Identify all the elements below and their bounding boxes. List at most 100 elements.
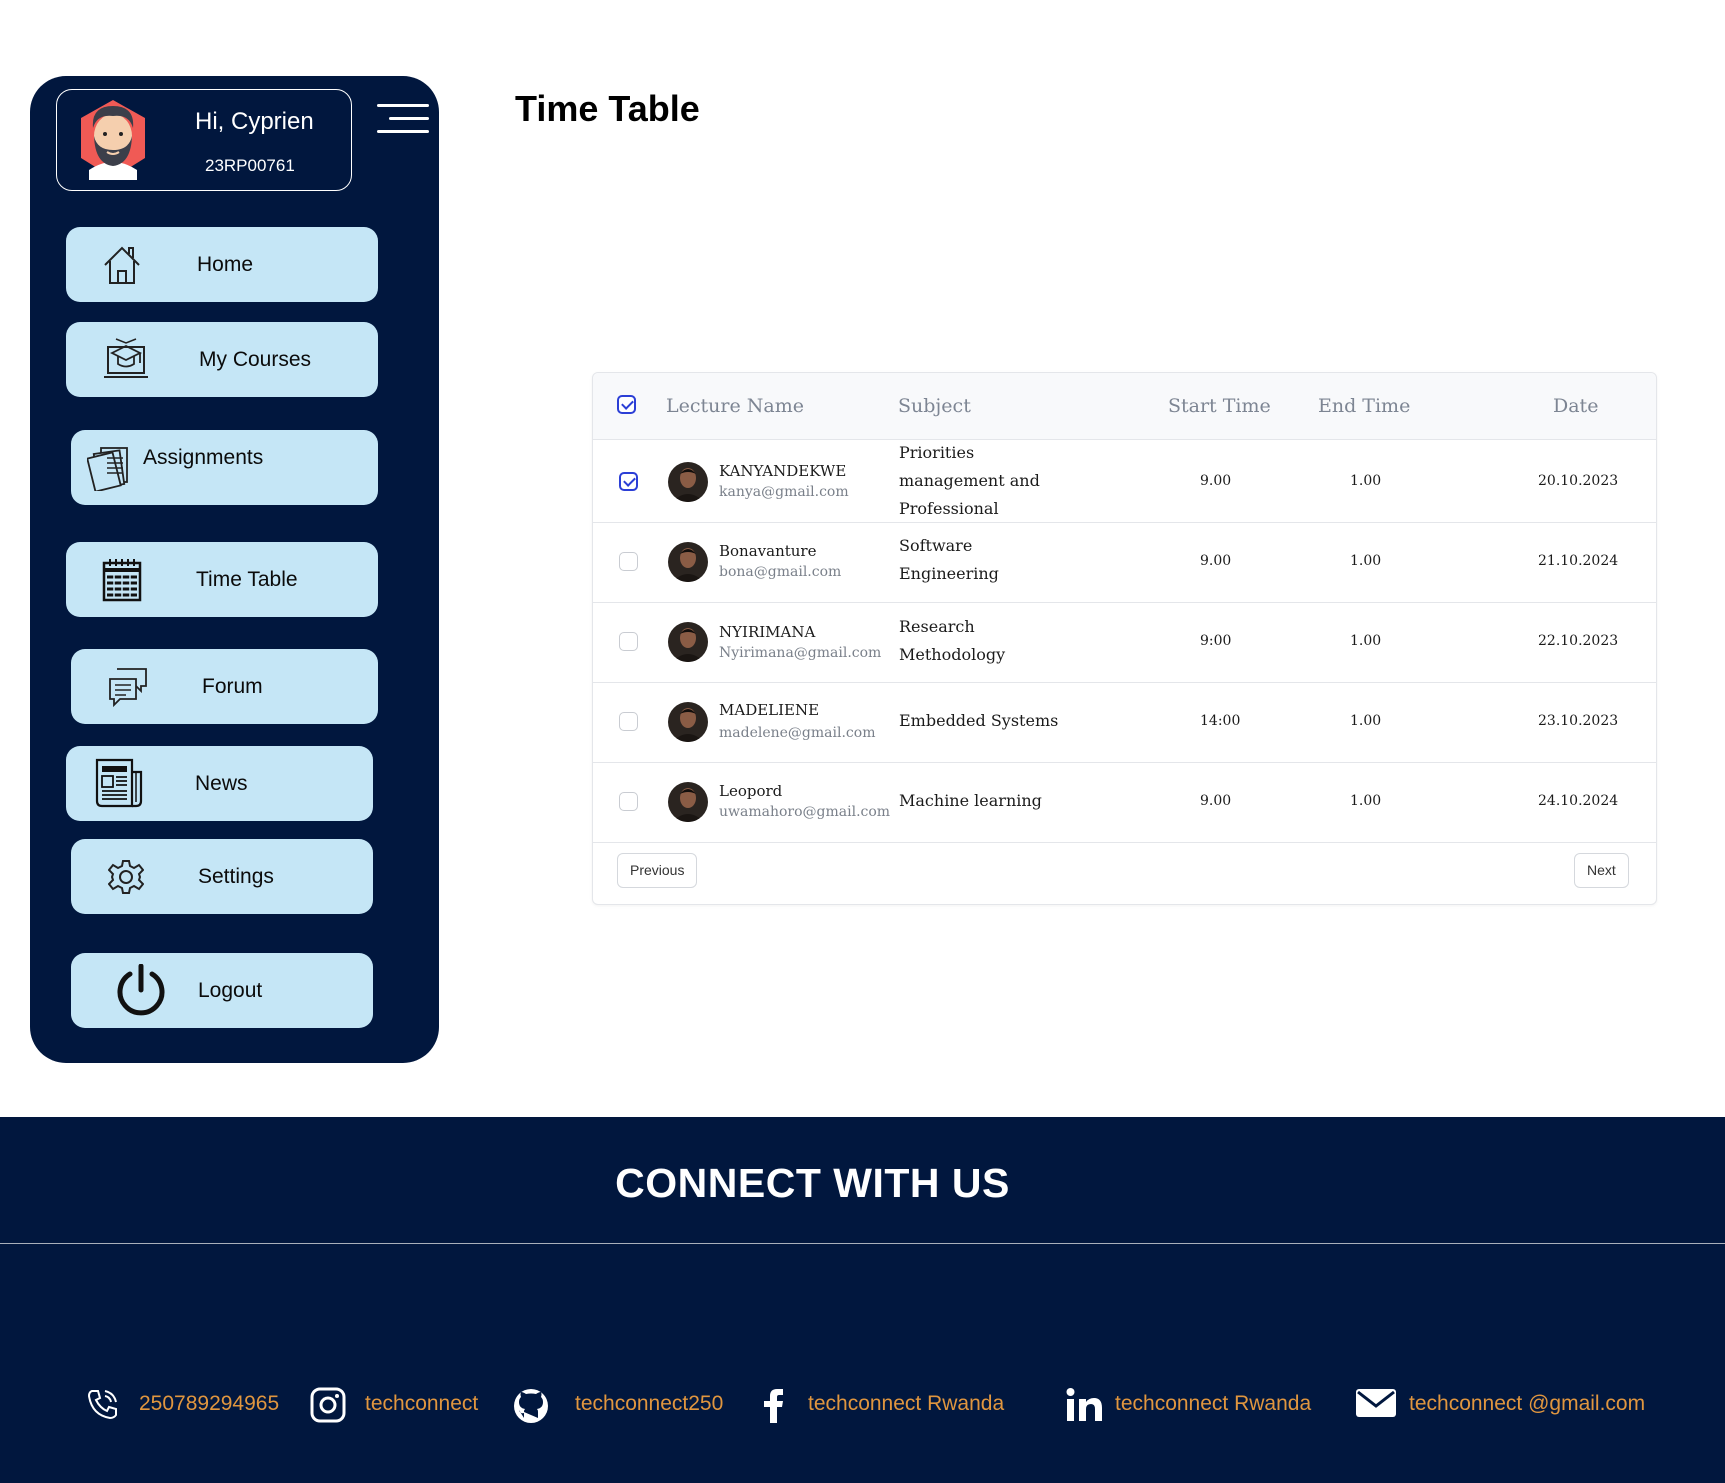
start-time: 9.00 <box>1200 473 1232 489</box>
nav-my-courses-label: My Courses <box>199 347 312 371</box>
footer-title: CONNECT WITH US <box>615 1160 1010 1206</box>
table-header: Lecture Name Subject Start Time End Time… <box>593 373 1656 440</box>
lecturer-email: Nyirimana@gmail.com <box>719 645 882 661</box>
nav-news[interactable]: News <box>66 746 373 821</box>
previous-button[interactable]: Previous <box>617 853 698 888</box>
footer: CONNECT WITH US 250789294965 techconnect… <box>0 1117 1725 1483</box>
lecturer-name: KANYANDEKWE <box>719 462 847 480</box>
mail-icon <box>1356 1389 1396 1417</box>
power-icon <box>117 963 165 1015</box>
contact-phone-text: 250789294965 <box>139 1392 280 1415</box>
user-avatar <box>81 100 145 180</box>
header-start-time: Start Time <box>1168 395 1271 417</box>
contact-email[interactable]: techconnect @gmail.com <box>1355 1385 1655 1425</box>
date: 22.10.2023 <box>1538 633 1619 649</box>
contact-facebook[interactable]: techconnect Rwanda <box>762 1385 1022 1425</box>
lecturer-avatar <box>668 782 708 822</box>
nav-home-label: Home <box>197 252 254 276</box>
subject: Research Methodology <box>899 617 1006 664</box>
nav-forum[interactable]: Forum <box>71 649 378 724</box>
nav-forum-label: Forum <box>202 674 263 698</box>
table-row[interactable]: KANYANDEKWE kanya@gmail.com Priorities m… <box>593 442 1656 523</box>
start-time: 9.00 <box>1200 553 1232 569</box>
select-all-checkbox[interactable] <box>617 395 636 414</box>
nav-assignments[interactable]: Assignments <box>71 430 378 505</box>
lecturer-avatar <box>668 462 708 502</box>
instagram-icon <box>310 1387 346 1423</box>
contact-email-text: techconnect @gmail.com <box>1409 1392 1646 1415</box>
subject: Embedded Systems <box>899 711 1059 730</box>
header-lecture-name: Lecture Name <box>666 395 804 417</box>
nav-assignments-label: Assignments <box>143 446 264 469</box>
gear-icon <box>108 859 144 894</box>
assignments-icon <box>87 446 128 491</box>
contact-github[interactable]: techconnect250 <box>512 1385 732 1425</box>
date: 20.10.2023 <box>1538 473 1619 489</box>
contact-instagram[interactable]: techconnect <box>310 1385 490 1425</box>
end-time: 1.00 <box>1350 793 1382 809</box>
table-row[interactable]: NYIRIMANA Nyirimana@gmail.com Research M… <box>593 602 1656 683</box>
lecturer-name: Bonavanture <box>719 542 817 560</box>
lecturer-avatar <box>668 542 708 582</box>
table-row[interactable]: Leopord uwamahoro@gmail.com Machine lear… <box>593 762 1656 843</box>
sidebar: Hi, Cyprien 23RP00761 Home My Courses As… <box>30 76 439 1063</box>
row-checkbox[interactable] <box>619 552 638 571</box>
contact-linkedin[interactable]: techconnect Rwanda <box>1066 1385 1326 1425</box>
row-checkbox[interactable] <box>619 792 638 811</box>
timetable-table: Lecture Name Subject Start Time End Time… <box>592 372 1657 905</box>
row-checkbox[interactable] <box>619 632 638 651</box>
home-icon <box>104 246 140 284</box>
table-row[interactable]: Bonavanture bona@gmail.com Software Engi… <box>593 522 1656 603</box>
contact-facebook-text: techconnect Rwanda <box>808 1392 1005 1415</box>
start-time: 9:00 <box>1200 633 1232 649</box>
end-time: 1.00 <box>1350 633 1382 649</box>
lecturer-name: Leopord <box>719 782 783 800</box>
end-time: 1.00 <box>1350 713 1382 729</box>
lecturer-email: madelene@gmail.com <box>719 725 876 741</box>
github-icon <box>514 1389 548 1423</box>
greeting: Hi, Cyprien <box>195 108 314 135</box>
menu-icon[interactable] <box>377 104 429 140</box>
student-id: 23RP00761 <box>205 156 295 175</box>
lecturer-avatar <box>668 622 708 662</box>
nav-settings-label: Settings <box>198 864 274 888</box>
table-row[interactable]: MADELIENE madelene@gmail.com Embedded Sy… <box>593 682 1656 763</box>
row-checkbox[interactable] <box>619 712 638 731</box>
header-date: Date <box>1553 395 1599 417</box>
phone-icon <box>87 1390 117 1420</box>
start-time: 14:00 <box>1200 713 1241 729</box>
courses-icon <box>104 337 148 378</box>
contact-phone[interactable]: 250789294965 <box>86 1385 306 1425</box>
facebook-icon <box>764 1389 783 1423</box>
header-end-time: End Time <box>1318 395 1411 417</box>
contact-instagram-text: techconnect <box>365 1392 479 1415</box>
calendar-icon <box>102 558 142 601</box>
lecturer-email: bona@gmail.com <box>719 564 842 580</box>
date: 23.10.2023 <box>1538 713 1619 729</box>
subject: Software Engineering <box>899 536 999 583</box>
start-time: 9.00 <box>1200 793 1232 809</box>
profile-card: Hi, Cyprien 23RP00761 <box>56 89 352 191</box>
lecturer-name: MADELIENE <box>719 701 820 719</box>
lecturer-email: uwamahoro@gmail.com <box>719 804 891 820</box>
nav-logout[interactable]: Logout <box>71 953 373 1028</box>
lecturer-avatar <box>668 702 708 742</box>
nav-time-table[interactable]: Time Table <box>66 542 378 617</box>
nav-home[interactable]: Home <box>66 227 378 302</box>
nav-news-label: News <box>195 771 248 795</box>
nav-logout-label: Logout <box>198 978 263 1002</box>
newspaper-icon <box>95 758 143 807</box>
page-title: Time Table <box>515 88 700 129</box>
subject: Machine learning <box>899 791 1042 810</box>
contact-linkedin-text: techconnect Rwanda <box>1115 1392 1312 1415</box>
row-checkbox[interactable] <box>619 472 638 491</box>
next-button[interactable]: Next <box>1574 853 1629 888</box>
end-time: 1.00 <box>1350 473 1382 489</box>
date: 24.10.2024 <box>1538 793 1619 809</box>
forum-icon <box>109 667 147 707</box>
nav-my-courses[interactable]: My Courses <box>66 322 378 397</box>
subject: Priorities management and Professional <box>899 443 1040 518</box>
lecturer-email: kanya@gmail.com <box>719 484 849 500</box>
nav-settings[interactable]: Settings <box>71 839 373 914</box>
lecturer-name: NYIRIMANA <box>719 623 816 641</box>
